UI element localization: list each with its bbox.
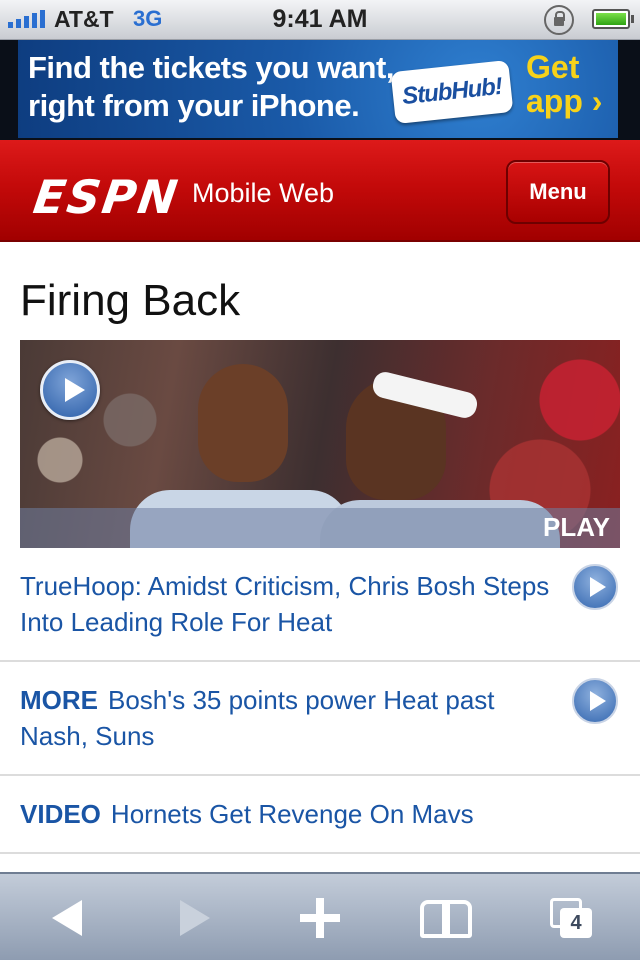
- play-circle-icon[interactable]: [572, 564, 618, 610]
- story-text[interactable]: Hornets Get Revenge On Mavs: [111, 799, 474, 829]
- battery-icon: [592, 9, 634, 29]
- page-title: Firing Back: [20, 276, 241, 325]
- ad-banner[interactable]: Find the tickets you want, right from yo…: [0, 40, 640, 140]
- list-item[interactable]: VIDEO Hornets Get Revenge On Mavs: [0, 776, 640, 854]
- list-item[interactable]: TrueHoop: Amidst Criticism, Chris Bosh S…: [0, 548, 640, 662]
- tab-count: 4: [560, 908, 592, 938]
- ad-headline-2: right from your iPhone.: [28, 88, 360, 123]
- pages-icon[interactable]: 4: [546, 892, 606, 944]
- video-thumbnail[interactable]: PLAY: [20, 340, 620, 548]
- rotation-lock-icon: [544, 5, 574, 35]
- page: AT&T 3G 9:41 AM Find the tickets you wan…: [0, 0, 640, 960]
- add-bookmark-icon[interactable]: [290, 892, 350, 944]
- site-subtitle: Mobile Web: [192, 178, 335, 208]
- ad-headline-1: Find the tickets you want,: [28, 50, 394, 85]
- story-link[interactable]: TrueHoop: Amidst Criticism, Chris Bosh S…: [20, 568, 560, 640]
- story-tag: MORE: [20, 685, 98, 715]
- site-header: ESPN Mobile Web Menu: [0, 140, 640, 242]
- get-app-link[interactable]: Get app ›: [526, 50, 602, 118]
- browser-toolbar: 4: [0, 872, 640, 960]
- play-circle-icon[interactable]: [572, 678, 618, 724]
- play-icon[interactable]: [40, 360, 100, 420]
- story-link[interactable]: MORE Bosh's 35 points power Heat past Nas…: [20, 682, 560, 754]
- status-bar: AT&T 3G 9:41 AM: [0, 0, 640, 40]
- story-link[interactable]: VIDEO Hornets Get Revenge On Mavs: [20, 796, 580, 832]
- forward-arrow-icon[interactable]: [168, 892, 228, 944]
- back-arrow-icon[interactable]: [44, 892, 104, 944]
- stubhub-logo: StubHub!: [390, 59, 514, 125]
- espn-logo[interactable]: ESPN: [30, 170, 182, 224]
- story-tag: VIDEO: [20, 799, 101, 829]
- menu-button[interactable]: Menu: [506, 160, 610, 224]
- list-item[interactable]: MORE Bosh's 35 points power Heat past Nas…: [0, 662, 640, 776]
- bookmarks-icon[interactable]: [414, 892, 474, 944]
- play-label[interactable]: PLAY: [543, 512, 610, 543]
